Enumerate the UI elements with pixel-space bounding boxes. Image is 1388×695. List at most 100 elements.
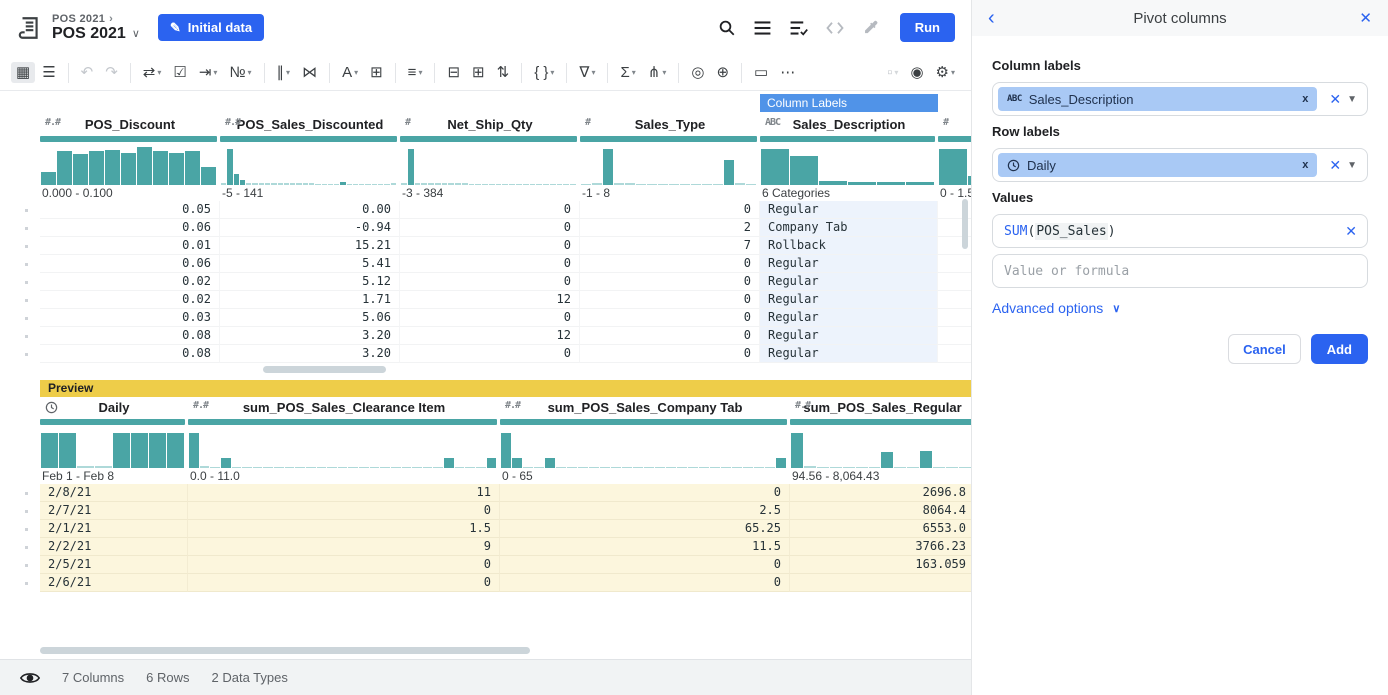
sales-description-chip[interactable]: ABC Sales_Description x [998, 87, 1317, 111]
table-cell[interactable]: 0 [580, 201, 760, 219]
steps-icon[interactable] [788, 17, 810, 39]
table-cell[interactable]: 15.21 [220, 237, 400, 255]
column-header-sales-type[interactable]: #Sales_Type -1 - 8 [580, 114, 760, 201]
table-cell[interactable]: 5.12 [220, 273, 400, 291]
table-cell[interactable]: 9 [188, 538, 500, 556]
column-histogram[interactable] [790, 426, 971, 468]
table-cell[interactable]: 0.02 [40, 291, 220, 309]
profile-icon[interactable]: ◉ [905, 62, 928, 83]
table-cell[interactable]: 0 [400, 309, 580, 327]
cancel-button[interactable]: Cancel [1228, 334, 1301, 364]
horizontal-scrollbar[interactable] [0, 644, 971, 657]
column-labels-input[interactable]: ABC Sales_Description x ✕ ▼ [992, 82, 1368, 116]
column-histogram[interactable] [760, 143, 938, 185]
grid-view-icon[interactable]: ▦ [11, 62, 35, 83]
page-title[interactable]: POS 2021∨ [52, 25, 140, 43]
filter-icon[interactable]: ∇▾ [574, 62, 600, 83]
search-icon[interactable] [716, 17, 738, 39]
table-cell[interactable] [938, 309, 971, 327]
breadcrumb[interactable]: POS 2021› [52, 13, 140, 25]
table-cell[interactable]: 0 [400, 237, 580, 255]
functions-icon[interactable]: { }▾ [529, 62, 559, 83]
table-cell[interactable]: 2/5/21 [40, 556, 188, 574]
table-cell[interactable]: 2/1/21 [40, 520, 188, 538]
formula-text[interactable]: SUM(POS_Sales) [998, 224, 1333, 239]
table-cell[interactable]: 65.25 [500, 520, 790, 538]
chevron-down-icon[interactable]: ▼ [1347, 94, 1357, 105]
row-marker[interactable] [0, 556, 40, 574]
table-cell[interactable]: 2 [580, 219, 760, 237]
lookup-icon[interactable]: ⊕ [711, 62, 734, 83]
column-header-sum-regular[interactable]: #.#sum_POS_Sales_Regular 94.56 - 8,064.4… [790, 397, 971, 484]
table-cell[interactable]: 0.01 [40, 237, 220, 255]
column-histogram[interactable] [580, 143, 760, 185]
table-cell[interactable]: Regular [760, 255, 938, 273]
comment-icon[interactable]: ▭ [749, 62, 773, 83]
table-cell[interactable]: 2/2/21 [40, 538, 188, 556]
table-cell[interactable]: 6553.0 [790, 520, 971, 538]
table-cell[interactable]: 0.03 [40, 309, 220, 327]
table-cell[interactable]: 0 [188, 502, 500, 520]
count-matches-icon[interactable]: №▾ [224, 62, 256, 83]
chevron-down-icon[interactable]: ▼ [1347, 160, 1357, 171]
table-cell[interactable]: 0 [500, 574, 790, 592]
new-column-icon[interactable]: ⊞ [365, 62, 388, 83]
row-marker[interactable] [0, 538, 40, 556]
row-marker[interactable] [0, 219, 40, 237]
settings-icon[interactable]: ⚙▾ [931, 62, 960, 83]
row-marker[interactable] [0, 520, 40, 538]
clear-icon[interactable]: ✕ [1329, 91, 1341, 108]
advanced-options-link[interactable]: Advanced options ∨ [992, 300, 1368, 316]
table-cell[interactable]: 0.05 [40, 201, 220, 219]
clear-icon[interactable]: ✕ [1329, 157, 1341, 174]
row-marker[interactable] [0, 502, 40, 520]
column-histogram[interactable] [400, 143, 580, 185]
column-header-sum-clearance-item[interactable]: #.#sum_POS_Sales_Clearance Item 0.0 - 11… [188, 397, 500, 484]
table-cell[interactable]: 0.00 [220, 201, 400, 219]
table-cell[interactable]: 0.08 [40, 327, 220, 345]
replace-icon[interactable]: ⇄▾ [138, 62, 167, 83]
table-cell[interactable]: Rollback [760, 237, 938, 255]
table-cell[interactable]: 8064.4 [790, 502, 971, 520]
chip-remove-icon[interactable]: x [1302, 159, 1308, 171]
column-histogram[interactable] [938, 143, 971, 185]
table-cell[interactable]: 0 [400, 273, 580, 291]
table-cell[interactable]: Regular [760, 309, 938, 327]
table-cell[interactable] [938, 345, 971, 363]
row-marker[interactable] [0, 273, 40, 291]
initial-data-button[interactable]: ✎ Initial data [158, 14, 264, 41]
column-header-net-ship-qty[interactable]: #Net_Ship_Qty -3 - 384 [400, 114, 580, 201]
split-icon[interactable]: ∥▾ [272, 62, 296, 83]
row-marker[interactable] [0, 484, 40, 502]
value-or-formula-field[interactable] [998, 264, 1357, 279]
back-chevron-icon[interactable]: ‹ [988, 7, 1008, 30]
table-cell[interactable]: 0.06 [40, 219, 220, 237]
run-button[interactable]: Run [900, 13, 955, 42]
table-cell[interactable]: 0 [580, 255, 760, 273]
standardize-icon[interactable]: ☑ [168, 62, 191, 83]
vertical-scrollbar-thumb[interactable] [962, 199, 968, 249]
pivot-icon[interactable]: ⊟ [442, 62, 465, 83]
table-cell[interactable]: 11.5 [500, 538, 790, 556]
table-cell[interactable]: 2/6/21 [40, 574, 188, 592]
aggregate-icon[interactable]: Σ▾ [615, 62, 640, 83]
table-cell[interactable]: 0 [580, 345, 760, 363]
eye-icon[interactable] [20, 671, 40, 685]
table-cell[interactable]: 0 [400, 255, 580, 273]
table-cell[interactable]: 0 [400, 219, 580, 237]
row-marker[interactable] [0, 327, 40, 345]
table-cell[interactable]: 0.08 [40, 345, 220, 363]
merge-icon[interactable]: ⋈ [297, 62, 322, 83]
table-cell[interactable]: 2.5 [500, 502, 790, 520]
table-cell[interactable]: Regular [760, 201, 938, 219]
union-icon[interactable]: ◎ [686, 62, 709, 83]
table-cell[interactable]: 0 [188, 574, 500, 592]
table-cell[interactable]: 0 [580, 309, 760, 327]
row-marker[interactable] [0, 237, 40, 255]
table-cell[interactable]: 12 [400, 327, 580, 345]
join-icon[interactable]: ⋔▾ [643, 62, 672, 83]
column-header-sum-company-tab[interactable]: #.#sum_POS_Sales_Company Tab 0 - 65 [500, 397, 790, 484]
row-marker[interactable] [0, 291, 40, 309]
column-histogram[interactable] [40, 143, 220, 185]
column-header-pos-discount[interactable]: #.#POS_Discount 0.000 - 0.100 [40, 114, 220, 201]
